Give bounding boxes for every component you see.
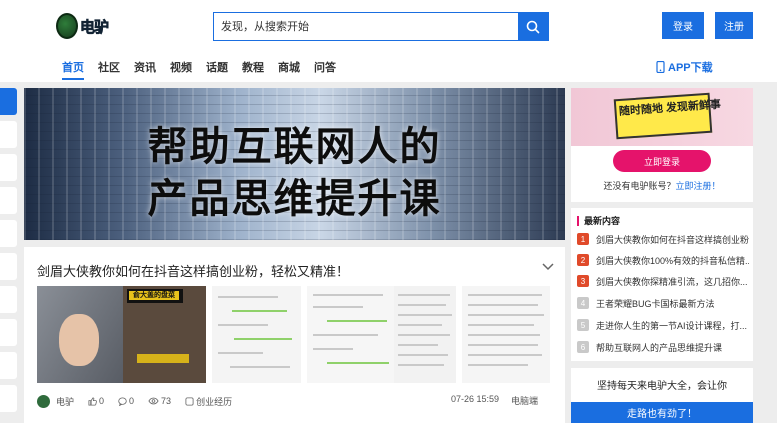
like-count: 0 [99, 396, 105, 406]
avatar [37, 394, 50, 408]
post-time: 07-26 15:59 [450, 394, 499, 404]
phone-icon [656, 61, 665, 73]
view-count-item: 73 [148, 396, 171, 406]
logo-badge-icon [56, 13, 78, 39]
list-item-title: 剑眉大侠教你100%有效的抖音私信精... [596, 255, 749, 266]
rank-badge: 6 [577, 341, 589, 353]
thumbs-up-icon [88, 396, 97, 406]
site-header: 电驴 登录 注册 首页 社区 资讯 视频 话题 教程 商城 问答 APP下载 [0, 0, 777, 82]
logo-text: 电驴 [80, 17, 110, 36]
hero-banner[interactable]: 帮助互联网人的 产品思维提升课 [24, 88, 565, 240]
post-author[interactable]: 电驴 [37, 394, 75, 408]
latest-heading: 最新内容 [577, 214, 620, 227]
site-logo[interactable]: 电驴 [56, 11, 114, 41]
list-item-title: 帮助互联网人的产品思维提升课 [596, 342, 723, 353]
rank-badge: 3 [577, 275, 589, 287]
side-tab-8[interactable] [0, 319, 17, 346]
thumb-caption-bar [137, 354, 189, 363]
login-button[interactable]: 登录 [662, 12, 704, 39]
post-source: 电脑端 [510, 396, 538, 406]
eye-icon [148, 397, 159, 405]
main-nav: 首页 社区 资讯 视频 话题 教程 商城 问答 [62, 59, 350, 75]
side-tab-6[interactable] [0, 253, 17, 280]
side-tab-10[interactable] [0, 385, 17, 412]
register-link[interactable]: 立即注册！ [676, 181, 721, 191]
nav-item-video[interactable]: 视频 [170, 59, 192, 75]
nav-item-qa[interactable]: 问答 [314, 59, 336, 75]
nav-item-community[interactable]: 社区 [98, 59, 120, 75]
rank-badge: 1 [577, 233, 589, 245]
search-button[interactable] [518, 13, 548, 40]
like-button[interactable]: 0 [88, 396, 104, 406]
category-label: 创业经历 [196, 396, 233, 407]
motto-text: 坚持每天来电驴大全，会让你 [597, 381, 727, 392]
nav-active-indicator [62, 78, 84, 80]
login-promo-card: 随时随地 发现新鲜事 立即登录 还没有电驴账号？立即注册！ [571, 88, 753, 202]
side-tab-3[interactable] [0, 154, 17, 181]
banner-title-line2: 产品思维提升课 [147, 175, 442, 222]
side-tab-7[interactable] [0, 286, 17, 313]
search-box [213, 12, 549, 41]
comment-button[interactable]: 0 [118, 396, 134, 406]
tag-icon [185, 396, 194, 406]
rank-badge: 2 [577, 254, 589, 266]
no-account-text: 还没有电驴账号？ [603, 181, 676, 191]
author-name: 电驴 [56, 396, 75, 407]
latest-content-panel: 最新内容 1 剑眉大侠教你如何在抖音这样搞创业粉... 2 剑眉大侠教你100%… [571, 208, 753, 361]
post-thumbnail-video[interactable]: 俞大盖的盘菜 [37, 286, 206, 383]
comment-count: 0 [129, 396, 135, 406]
promo-login-button[interactable]: 立即登录 [613, 150, 711, 172]
list-item-title: 剑眉大侠教你探精准引流，这几招你... [596, 276, 748, 287]
post-card: 剑眉大侠教你如何在抖音这样搞创业粉，轻松又精准！ 俞大盖的盘菜 电驴 0 0 7… [24, 247, 565, 423]
post-thumbnail-text-1[interactable] [394, 286, 456, 383]
motto-card: 坚持每天来电驴大全，会让你 走路也有劲了！ [571, 368, 753, 423]
nav-item-mall[interactable]: 商城 [278, 59, 300, 75]
thumb-person [59, 314, 99, 366]
post-thumbnail-text-2[interactable] [462, 286, 550, 383]
list-item[interactable]: 2 剑眉大侠教你100%有效的抖音私信精... [577, 253, 749, 267]
list-item-title: 王者荣耀BUG卡国标最新方法 [596, 298, 715, 309]
view-count: 73 [161, 396, 172, 406]
latest-heading-label: 最新内容 [584, 216, 621, 226]
thumb-tag-label: 俞大盖的盘菜 [129, 291, 179, 300]
side-tab-1[interactable] [0, 88, 17, 115]
search-icon [526, 20, 540, 33]
post-meta: 电驴 0 0 73 创业经历 07-26 15:59 电脑端 [37, 393, 552, 409]
chevron-down-icon[interactable] [542, 263, 554, 271]
nav-item-topics[interactable]: 话题 [206, 59, 228, 75]
nav-item-tutorials[interactable]: 教程 [242, 59, 264, 75]
register-button[interactable]: 注册 [715, 12, 753, 39]
list-item[interactable]: 4 王者荣耀BUG卡国标最新方法 [577, 296, 749, 310]
nav-item-news[interactable]: 资讯 [134, 59, 156, 75]
app-download-label: APP下载 [668, 62, 713, 74]
side-tab-5[interactable] [0, 220, 17, 247]
motto-button[interactable]: 走路也有劲了！ [571, 402, 753, 423]
post-thumbnail-chat-1[interactable] [212, 286, 301, 383]
side-tab-9[interactable] [0, 352, 17, 379]
list-item-title: 走进你人生的第一节AI设计课程，打... [596, 320, 748, 331]
list-item[interactable]: 1 剑眉大侠教你如何在抖音这样搞创业粉... [577, 232, 749, 246]
promo-banner: 随时随地 发现新鲜事 [571, 88, 753, 146]
app-download-link[interactable]: APP下载 [656, 59, 713, 75]
category-tag[interactable]: 创业经历 [185, 395, 232, 408]
nav-item-home[interactable]: 首页 [62, 59, 84, 75]
list-item[interactable]: 3 剑眉大侠教你探精准引流，这几招你... [577, 274, 749, 288]
list-item[interactable]: 6 帮助互联网人的产品思维提升课 [577, 340, 749, 354]
post-title[interactable]: 剑眉大侠教你如何在抖音这样搞创业粉，轻松又精准！ [37, 261, 349, 280]
promo-hint: 还没有电驴账号？立即注册！ [571, 179, 753, 192]
post-thumbnail-chat-2[interactable] [307, 286, 396, 383]
rank-badge: 4 [577, 297, 589, 309]
banner-title-line1: 帮助互联网人的 [147, 123, 442, 170]
side-tab-2[interactable] [0, 121, 17, 148]
side-tab-4[interactable] [0, 187, 17, 214]
list-item[interactable]: 5 走进你人生的第一节AI设计课程，打... [577, 318, 749, 332]
heading-accent-bar [577, 215, 579, 226]
search-input[interactable] [214, 13, 519, 40]
list-item-title: 剑眉大侠教你如何在抖音这样搞创业粉... [596, 234, 749, 245]
post-time-source: 07-26 15:59 电脑端 [439, 394, 538, 407]
rank-badge: 5 [577, 319, 589, 331]
comment-icon [118, 396, 127, 406]
